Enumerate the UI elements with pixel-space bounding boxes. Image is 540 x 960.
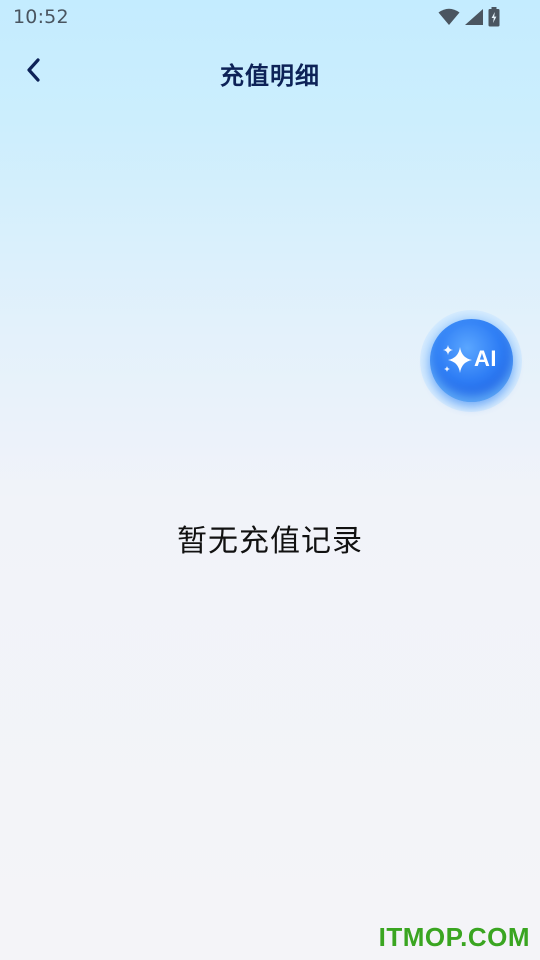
ai-label: AI <box>474 346 497 371</box>
status-time: 10:52 <box>13 6 69 28</box>
sparkle-icon <box>440 343 474 381</box>
empty-state-message: 暂无充值记录 <box>177 524 363 559</box>
page-title: 充值明细 <box>220 62 320 90</box>
wifi-icon <box>438 8 460 26</box>
battery-charging-icon <box>488 7 500 27</box>
ai-assistant-button[interactable]: AI <box>420 310 522 412</box>
header: 充值明细 <box>0 44 540 104</box>
cellular-signal-icon <box>464 8 484 26</box>
watermark: ITMOP.COM <box>378 922 530 952</box>
status-icons <box>438 7 500 27</box>
status-bar: 10:52 <box>0 0 540 36</box>
ai-assistant-orb[interactable]: AI <box>430 319 513 402</box>
